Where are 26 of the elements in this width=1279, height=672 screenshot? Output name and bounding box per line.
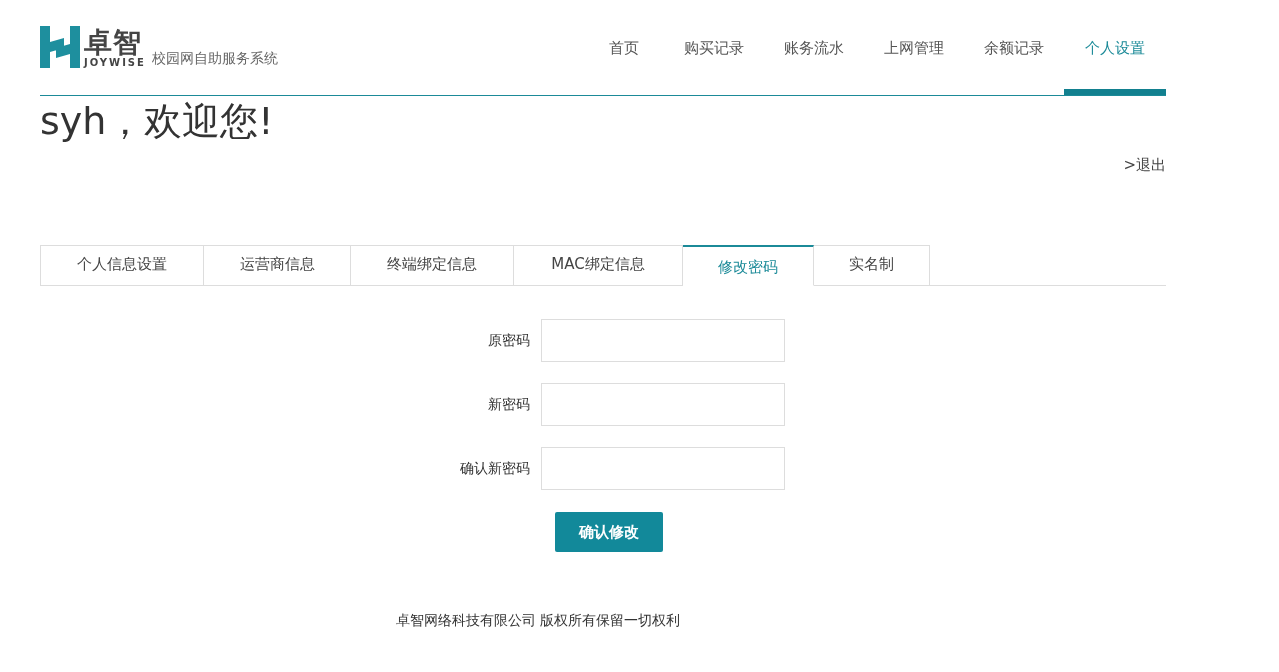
field-label: 原密码 bbox=[487, 331, 531, 350]
tab[interactable]: 个人信息设置 bbox=[40, 245, 204, 286]
system-name: 校园网自助服务系统 bbox=[151, 50, 278, 68]
logo-mark-icon bbox=[40, 26, 80, 68]
nav-link[interactable]: 账务流水 bbox=[764, 0, 864, 95]
tab[interactable]: 修改密码 bbox=[683, 245, 814, 286]
welcome-heading: syh，欢迎您! bbox=[40, 98, 275, 144]
logout-link[interactable]: >退出 bbox=[1123, 156, 1166, 175]
logo-brand-text: 卓智 bbox=[84, 29, 142, 58]
tab[interactable]: MAC绑定信息 bbox=[514, 245, 683, 286]
password-field[interactable] bbox=[541, 447, 785, 490]
password-field[interactable] bbox=[541, 319, 785, 362]
field-label: 确认新密码 bbox=[459, 459, 531, 478]
copyright-text: 卓智网络科技有限公司 版权所有保留一切权利 bbox=[394, 612, 682, 630]
nav-link[interactable]: 首页 bbox=[584, 0, 664, 95]
tab[interactable]: 运营商信息 bbox=[204, 245, 351, 286]
password-field[interactable] bbox=[541, 383, 785, 426]
logo-latin-text: JOYWISE bbox=[84, 58, 146, 68]
nav-link[interactable]: 个人设置 bbox=[1064, 0, 1166, 95]
nav-link[interactable]: 购买记录 bbox=[664, 0, 764, 95]
tab[interactable]: 终端绑定信息 bbox=[351, 245, 514, 286]
field-label: 新密码 bbox=[487, 395, 531, 414]
nav-link[interactable]: 余额记录 bbox=[964, 0, 1064, 95]
submit-button[interactable]: 确认修改 bbox=[555, 512, 663, 552]
tab[interactable]: 实名制 bbox=[814, 245, 930, 286]
nav-link[interactable]: 上网管理 bbox=[864, 0, 964, 95]
